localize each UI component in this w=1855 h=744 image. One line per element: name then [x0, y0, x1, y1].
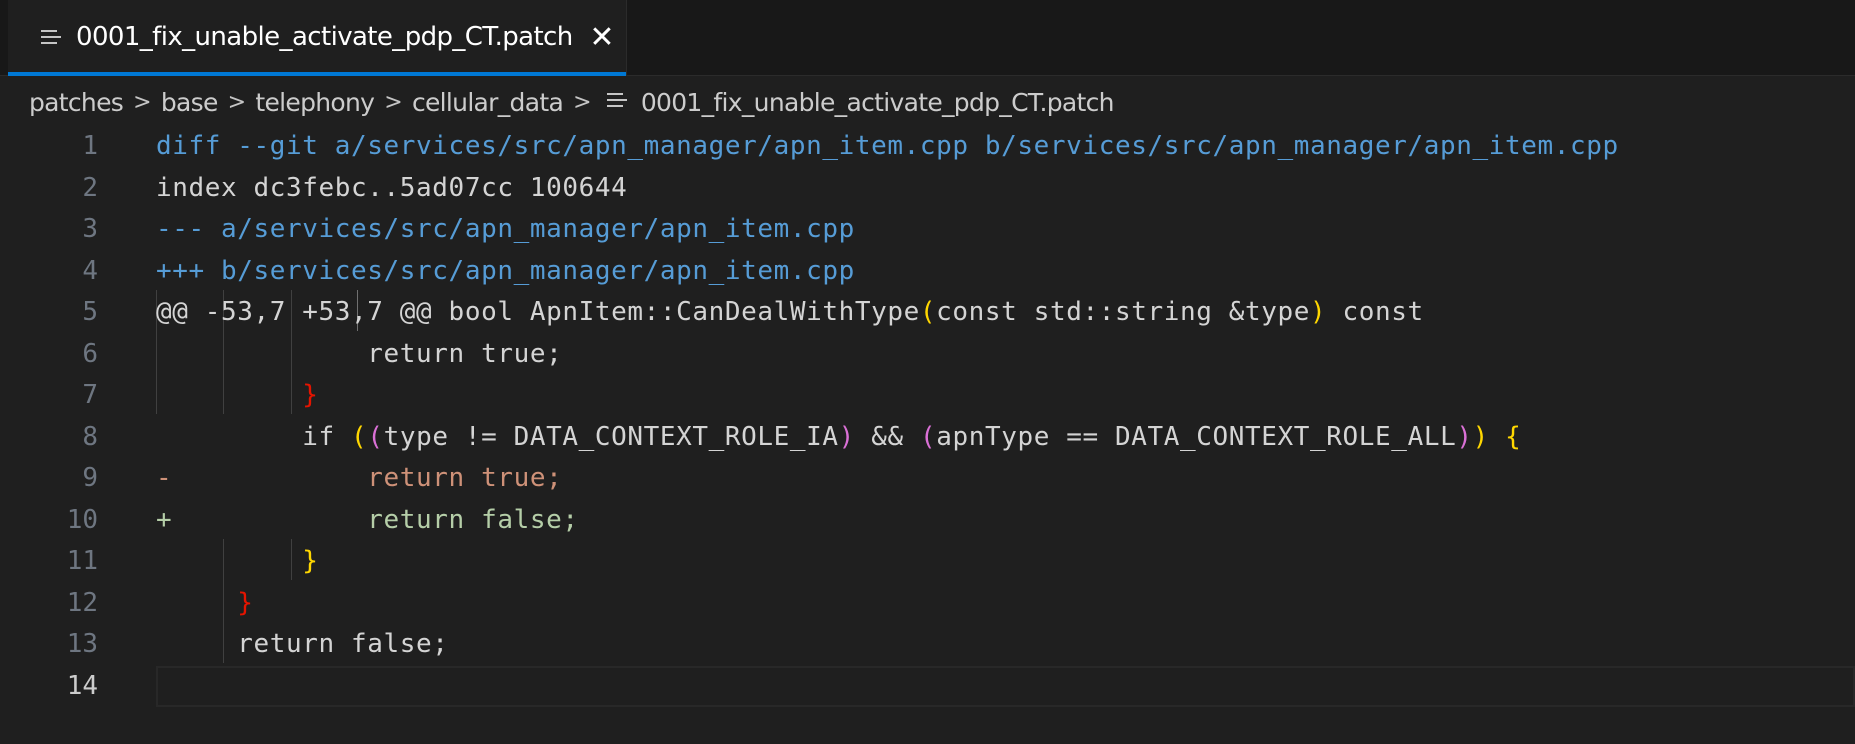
tab-strip: 0001_fix_unable_activate_pdp_CT.patch ✕	[0, 0, 1855, 76]
file-lines-icon	[606, 93, 627, 111]
line-number: 12	[66, 587, 98, 618]
line-number: 1	[82, 131, 98, 161]
line-number: 4	[82, 255, 98, 286]
code-token: }	[156, 380, 319, 410]
close-icon[interactable]: ✕	[584, 20, 620, 56]
line-number: 2	[82, 172, 98, 203]
line-number: 10	[66, 504, 98, 535]
breadcrumb-item-file[interactable]: 0001_fix_unable_activate_pdp_CT.patch	[641, 88, 1115, 117]
code-text: return false;	[156, 624, 449, 666]
code-token: )	[1456, 421, 1473, 452]
line-number: 5	[82, 297, 98, 327]
code-token: type != DATA_CONTEXT_ROLE_IA	[383, 421, 839, 452]
code-token: )	[1472, 421, 1489, 452]
breadcrumb-item-telephony[interactable]: telephony	[255, 88, 375, 117]
code-text: --- a/services/src/apn_manager/apn_item.…	[156, 209, 855, 251]
code-token: --- a/services/src/apn_manager/apn_item.…	[156, 214, 855, 244]
code-line[interactable]: 4 +++ b/services/src/apn_manager/apn_item…	[0, 251, 1855, 293]
chevron-right-icon: >	[573, 89, 591, 115]
code-line[interactable]: 11 }	[0, 541, 1855, 583]
code-line[interactable]: 12 }	[0, 583, 1855, 625]
code-token: {	[1505, 421, 1522, 452]
code-token: - return true;	[156, 463, 563, 493]
tab-patch-file[interactable]: 0001_fix_unable_activate_pdp_CT.patch ✕	[8, 0, 627, 76]
code-token: (	[367, 421, 384, 452]
code-line[interactable]: 10 + return false;	[0, 500, 1855, 542]
code-line[interactable]: 14	[0, 666, 1855, 708]
line-number: 14	[66, 670, 98, 701]
code-token: return false;	[156, 629, 449, 659]
code-line[interactable]: 3 --- a/services/src/apn_manager/apn_item…	[0, 209, 1855, 251]
line-number: 3	[82, 214, 98, 244]
code-token: if	[156, 421, 352, 452]
chevron-right-icon: >	[384, 89, 402, 115]
chevron-right-icon: >	[227, 89, 246, 115]
code-text: }	[156, 541, 319, 583]
code-text: }	[156, 375, 319, 417]
code-text: +++ b/services/src/apn_manager/apn_item.…	[156, 251, 855, 293]
code-text: diff --git a/services/src/apn_manager/ap…	[156, 126, 1619, 168]
code-token: const std::string &type	[936, 297, 1310, 327]
code-token: return true;	[156, 338, 563, 369]
line-number: 8	[82, 421, 98, 452]
breadcrumb-item-cellular-data[interactable]: cellular_data	[412, 88, 564, 117]
code-text: @@ -53,7 +53,7 @@ bool ApnItem::CanDealW…	[156, 292, 1424, 334]
code-line[interactable]: 13 return false;	[0, 624, 1855, 666]
code-line[interactable]: 8 if ((type != DATA_CONTEXT_ROLE_IA) && …	[0, 417, 1855, 459]
code-token: }	[156, 587, 254, 618]
code-token: (	[919, 297, 937, 327]
code-token: +++ b/services/src/apn_manager/apn_item.…	[156, 255, 855, 286]
file-lines-icon	[41, 30, 61, 46]
code-line[interactable]: 6 return true;	[0, 334, 1855, 376]
line-number: 11	[66, 546, 98, 576]
tab-label: 0001_fix_unable_activate_pdp_CT.patch	[76, 22, 573, 52]
code-token: const	[1326, 297, 1424, 327]
code-token: (	[351, 421, 368, 452]
code-token: }	[156, 546, 319, 576]
code-text: if ((type != DATA_CONTEXT_ROLE_IA) && (a…	[156, 417, 1521, 459]
code-line[interactable]: 2 index dc3febc..5ad07cc 100644	[0, 168, 1855, 210]
chevron-right-icon: >	[133, 89, 151, 115]
line-number: 9	[82, 463, 98, 493]
code-text: }	[156, 583, 254, 625]
code-token: )	[838, 421, 855, 452]
code-text: index dc3febc..5ad07cc 100644	[156, 168, 627, 210]
code-line[interactable]: 9 - return true;	[0, 458, 1855, 500]
code-token: index dc3febc..5ad07cc 100644	[156, 172, 628, 203]
code-text: + return false;	[156, 500, 579, 542]
code-text: return true;	[156, 334, 562, 376]
code-token: apnType == DATA_CONTEXT_ROLE_ALL	[936, 421, 1457, 452]
code-line[interactable]: 5 @@ -53,7 +53,7 @@ bool ApnItem::CanDeal…	[0, 292, 1855, 334]
breadcrumb-item-base[interactable]: base	[161, 88, 218, 117]
code-line[interactable]: 7 }	[0, 375, 1855, 417]
code-text: - return true;	[156, 458, 562, 500]
breadcrumb-item-patches[interactable]: patches	[29, 88, 124, 117]
code-editor[interactable]: 1 diff --git a/services/src/apn_manager/a…	[0, 124, 1855, 744]
line-number: 13	[66, 629, 98, 659]
line-number: 7	[82, 380, 98, 410]
code-token: @@ -53,7 +53,7 @@ bool ApnItem::CanDealW…	[156, 297, 920, 327]
breadcrumb: patches > base > telephony > cellular_da…	[0, 80, 1855, 124]
line-number: 6	[82, 338, 98, 369]
code-line[interactable]: 1 diff --git a/services/src/apn_manager/a…	[0, 126, 1855, 168]
code-token: &&	[854, 421, 920, 452]
code-token: diff --git a/services/src/apn_manager/ap…	[156, 131, 1619, 161]
code-token: (	[919, 421, 937, 452]
code-token: )	[1310, 297, 1327, 327]
editor-window: 0001_fix_unable_activate_pdp_CT.patch ✕ …	[0, 0, 1855, 744]
code-token: + return false;	[156, 504, 579, 535]
